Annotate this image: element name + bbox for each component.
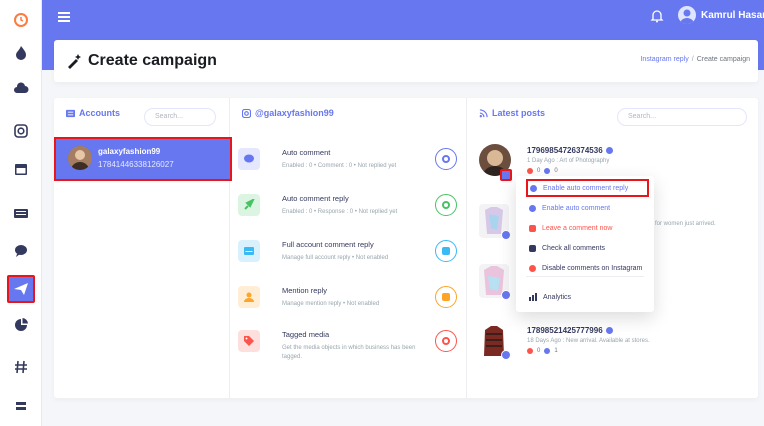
comment-icon bbox=[544, 348, 551, 354]
disable-comments-item[interactable]: Disable comments on Instagram bbox=[516, 259, 654, 277]
logo-icon[interactable] bbox=[10, 8, 32, 30]
check-circle-icon bbox=[530, 184, 537, 192]
tags-icon bbox=[238, 330, 260, 352]
comments-icon bbox=[529, 244, 536, 252]
instagram-icon bbox=[242, 108, 251, 118]
action-desc: Enabled : 0 • Response : 0 • Not replied… bbox=[282, 209, 398, 215]
menu-toggle-icon[interactable] bbox=[58, 12, 70, 22]
action-title: Tagged media bbox=[282, 330, 330, 339]
account-item[interactable]: galaxyfashion99 17841446338126027 bbox=[54, 137, 232, 181]
action-auto-comment: Auto comment Enabled : 0 • Comment : 0 •… bbox=[230, 144, 467, 188]
action-desc: Manage full account reply • Not enabled bbox=[282, 255, 389, 261]
post-id: 17969854726374536 bbox=[527, 146, 613, 155]
posts-heading: Latest posts bbox=[479, 108, 545, 118]
pie-chart-icon[interactable] bbox=[10, 314, 32, 336]
action-desc: Manage mention reply • Not enabled bbox=[282, 301, 380, 307]
action-auto-comment-reply: Auto comment reply Enabled : 0 • Respons… bbox=[230, 190, 467, 234]
post-item: 17898521425777996 18 Days Ago : New arri… bbox=[467, 324, 758, 374]
leave-comment-item[interactable]: Leave a comment now bbox=[516, 219, 654, 237]
accounts-column: Accounts Search... galaxyfashion99 17841… bbox=[54, 98, 232, 398]
action-desc: Get the media objects in which business … bbox=[282, 345, 416, 360]
enable-auto-comment-reply-item[interactable]: Enable auto comment reply bbox=[526, 179, 649, 197]
account-avatar bbox=[68, 146, 92, 170]
action-title: Full account comment reply bbox=[282, 240, 374, 249]
post-meta: for women just arrived. bbox=[655, 221, 716, 227]
breadcrumb-current: Create campaign bbox=[696, 56, 750, 63]
gear-icon[interactable] bbox=[500, 169, 512, 181]
settings-button[interactable] bbox=[435, 240, 457, 262]
gear-icon[interactable] bbox=[501, 350, 511, 360]
comment-icon bbox=[529, 224, 536, 232]
bell-icon[interactable] bbox=[650, 9, 664, 23]
view-button[interactable] bbox=[435, 148, 457, 170]
actions-column: @galaxyfashion99 Auto comment Enabled : … bbox=[230, 98, 467, 398]
settings-button[interactable] bbox=[435, 286, 457, 308]
gear-icon[interactable] bbox=[501, 290, 511, 300]
post-stats: 0 1 bbox=[527, 348, 558, 354]
accounts-search-input[interactable]: Search... bbox=[144, 108, 216, 126]
gear-icon[interactable] bbox=[501, 230, 511, 240]
chat-icon bbox=[238, 148, 260, 170]
posts-search-input[interactable]: Search... bbox=[617, 108, 747, 126]
list-icon bbox=[66, 109, 75, 117]
instagram-icon[interactable] bbox=[10, 120, 32, 142]
heart-icon bbox=[527, 168, 533, 174]
view-button[interactable] bbox=[435, 330, 457, 352]
rocket-icon bbox=[238, 194, 260, 216]
breadcrumb-link[interactable]: Instagram reply bbox=[640, 56, 688, 63]
keyboard-icon[interactable] bbox=[10, 202, 32, 224]
dropdown-divider bbox=[526, 276, 644, 277]
action-title: Auto comment bbox=[282, 148, 331, 157]
heart-icon bbox=[527, 348, 533, 354]
layers-icon[interactable] bbox=[10, 396, 32, 418]
action-title: Auto comment reply bbox=[282, 194, 349, 203]
comment-icon bbox=[544, 168, 551, 174]
account-name: galaxyfashion99 bbox=[98, 147, 161, 156]
verified-icon bbox=[605, 147, 613, 154]
action-full-account-reply: Full account comment reply Manage full a… bbox=[230, 236, 467, 280]
analytics-item[interactable]: Analytics bbox=[516, 288, 654, 306]
close-circle-icon bbox=[529, 264, 536, 272]
post-id: 17898521425777996 bbox=[527, 326, 613, 335]
account-id: 17841446338126027 bbox=[98, 160, 174, 169]
page-title: Create campaign bbox=[66, 52, 217, 70]
action-title: Mention reply bbox=[282, 286, 328, 295]
user-name: Kamrul Hasan bbox=[701, 10, 764, 21]
breadcrumb: Instagram reply / Create campaign bbox=[640, 56, 750, 63]
page-header: Create campaign Instagram reply / Create c… bbox=[54, 40, 758, 82]
sidebar bbox=[0, 0, 42, 426]
post-actions-dropdown: Enable auto comment reply Enable auto co… bbox=[516, 176, 654, 312]
check-circle-icon bbox=[529, 204, 536, 212]
action-desc: Enabled : 0 • Comment : 0 • Not replied … bbox=[282, 163, 397, 169]
accounts-heading: Accounts bbox=[66, 108, 120, 118]
actions-heading: @galaxyfashion99 bbox=[242, 108, 334, 118]
calendar-icon[interactable] bbox=[10, 158, 32, 180]
send-icon[interactable] bbox=[7, 275, 35, 303]
post-meta: 18 Days Ago : New arrival. Available at … bbox=[527, 338, 650, 344]
card-icon bbox=[238, 240, 260, 262]
user-menu[interactable]: Kamrul Hasan ▾ bbox=[701, 10, 764, 21]
magic-wand-icon bbox=[68, 54, 81, 69]
fire-icon[interactable] bbox=[10, 42, 32, 64]
view-button[interactable] bbox=[435, 194, 457, 216]
hashtag-icon[interactable] bbox=[10, 356, 32, 378]
enable-auto-comment-item[interactable]: Enable auto comment bbox=[516, 199, 654, 217]
rss-icon bbox=[479, 108, 488, 117]
cloud-upload-icon[interactable] bbox=[10, 78, 32, 100]
users-icon bbox=[238, 286, 260, 308]
bar-chart-icon bbox=[529, 293, 537, 301]
user-avatar[interactable] bbox=[678, 6, 696, 24]
action-tagged-media: Tagged media Get the media objects in wh… bbox=[230, 326, 467, 370]
post-meta: 1 Day Ago : Art of Photography bbox=[527, 158, 610, 164]
post-stats: 0 0 bbox=[527, 168, 558, 174]
chat-icon[interactable] bbox=[10, 240, 32, 262]
page-title-text: Create campaign bbox=[88, 52, 217, 69]
action-mention-reply: Mention reply Manage mention reply • Not… bbox=[230, 282, 467, 326]
verified-icon bbox=[605, 327, 613, 334]
check-all-comments-item[interactable]: Check all comments bbox=[516, 239, 654, 257]
